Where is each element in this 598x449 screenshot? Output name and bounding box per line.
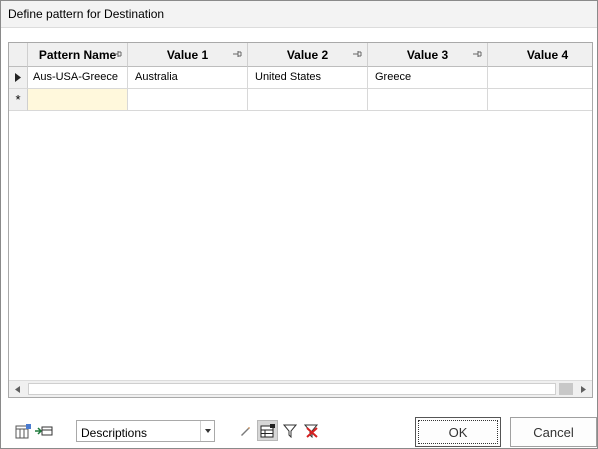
column-header-label: Value 2 (286, 47, 329, 62)
pin-icon[interactable] (112, 49, 122, 59)
pin-icon[interactable] (472, 49, 482, 59)
new-cell-value-3[interactable] (368, 89, 488, 111)
column-header-label: Value 1 (166, 47, 209, 62)
cancel-button[interactable]: Cancel (510, 417, 597, 447)
pin-icon[interactable] (232, 49, 242, 59)
column-header-label: Value 4 (526, 47, 569, 62)
ok-button[interactable]: OK (415, 417, 501, 447)
insert-row-icon[interactable] (35, 423, 53, 439)
pin-icon[interactable] (352, 49, 362, 59)
column-header-value-3[interactable]: Value 3 (368, 43, 488, 67)
new-cell-value-4[interactable] (488, 89, 592, 111)
clear-filter-icon[interactable] (303, 423, 320, 439)
pattern-grid: Pattern Name Value 1 Value 2 Value 3 Val… (8, 42, 593, 398)
cell-value-1[interactable]: Australia (128, 67, 248, 89)
bottom-toolbar: Descriptions OK Cancel (1, 413, 597, 449)
new-row-asterisk: * (15, 92, 21, 107)
display-mode-select[interactable]: Descriptions (76, 420, 215, 442)
horizontal-scrollbar[interactable] (9, 380, 592, 397)
cell-value-2[interactable]: United States (248, 67, 368, 89)
column-header-value-2[interactable]: Value 2 (248, 43, 368, 67)
column-header-label: Pattern Name (38, 47, 117, 62)
focus-rectangle (418, 420, 498, 444)
column-chooser-icon[interactable] (14, 423, 32, 439)
cancel-button-label: Cancel (533, 424, 574, 440)
scroll-right-button[interactable] (575, 381, 592, 397)
column-header-value-4[interactable]: Value 4 (488, 43, 592, 67)
scrollbar-track[interactable] (559, 383, 573, 395)
cell-value-4[interactable] (488, 67, 592, 89)
cell-pattern-name[interactable]: Aus-USA-Greece (28, 67, 128, 89)
grid-header-row: Pattern Name Value 1 Value 2 Value 3 Val… (9, 43, 592, 67)
current-row-arrow-icon (15, 73, 21, 82)
chevron-down-icon[interactable] (200, 421, 214, 441)
new-row[interactable]: * (9, 89, 592, 111)
new-cell-value-1[interactable] (128, 89, 248, 111)
column-header-value-1[interactable]: Value 1 (128, 43, 248, 67)
new-row-indicator[interactable]: * (9, 89, 28, 111)
define-pattern-dialog: Define pattern for Destination Pattern N… (0, 0, 598, 449)
grid-layout-icon[interactable] (257, 420, 278, 441)
dialog-title: Define pattern for Destination (1, 1, 597, 28)
filter-icon[interactable] (281, 423, 298, 439)
current-row-indicator[interactable] (9, 67, 28, 89)
dialog-title-text: Define pattern for Destination (8, 7, 165, 21)
header-row-indicator (9, 43, 28, 67)
scroll-left-button[interactable] (9, 381, 26, 397)
edit-icon[interactable] (237, 423, 253, 439)
column-header-label: Value 3 (406, 47, 449, 62)
cell-value-3[interactable]: Greece (368, 67, 488, 89)
table-row[interactable]: Aus-USA-Greece Australia United States G… (9, 67, 592, 89)
new-cell-value-2[interactable] (248, 89, 368, 111)
new-cell-pattern-name[interactable] (28, 89, 128, 111)
scrollbar-thumb[interactable] (28, 383, 556, 395)
chevron-left-icon (15, 385, 20, 393)
column-header-pattern-name[interactable]: Pattern Name (28, 43, 128, 67)
chevron-right-icon (581, 385, 586, 393)
display-mode-value: Descriptions (81, 426, 148, 440)
